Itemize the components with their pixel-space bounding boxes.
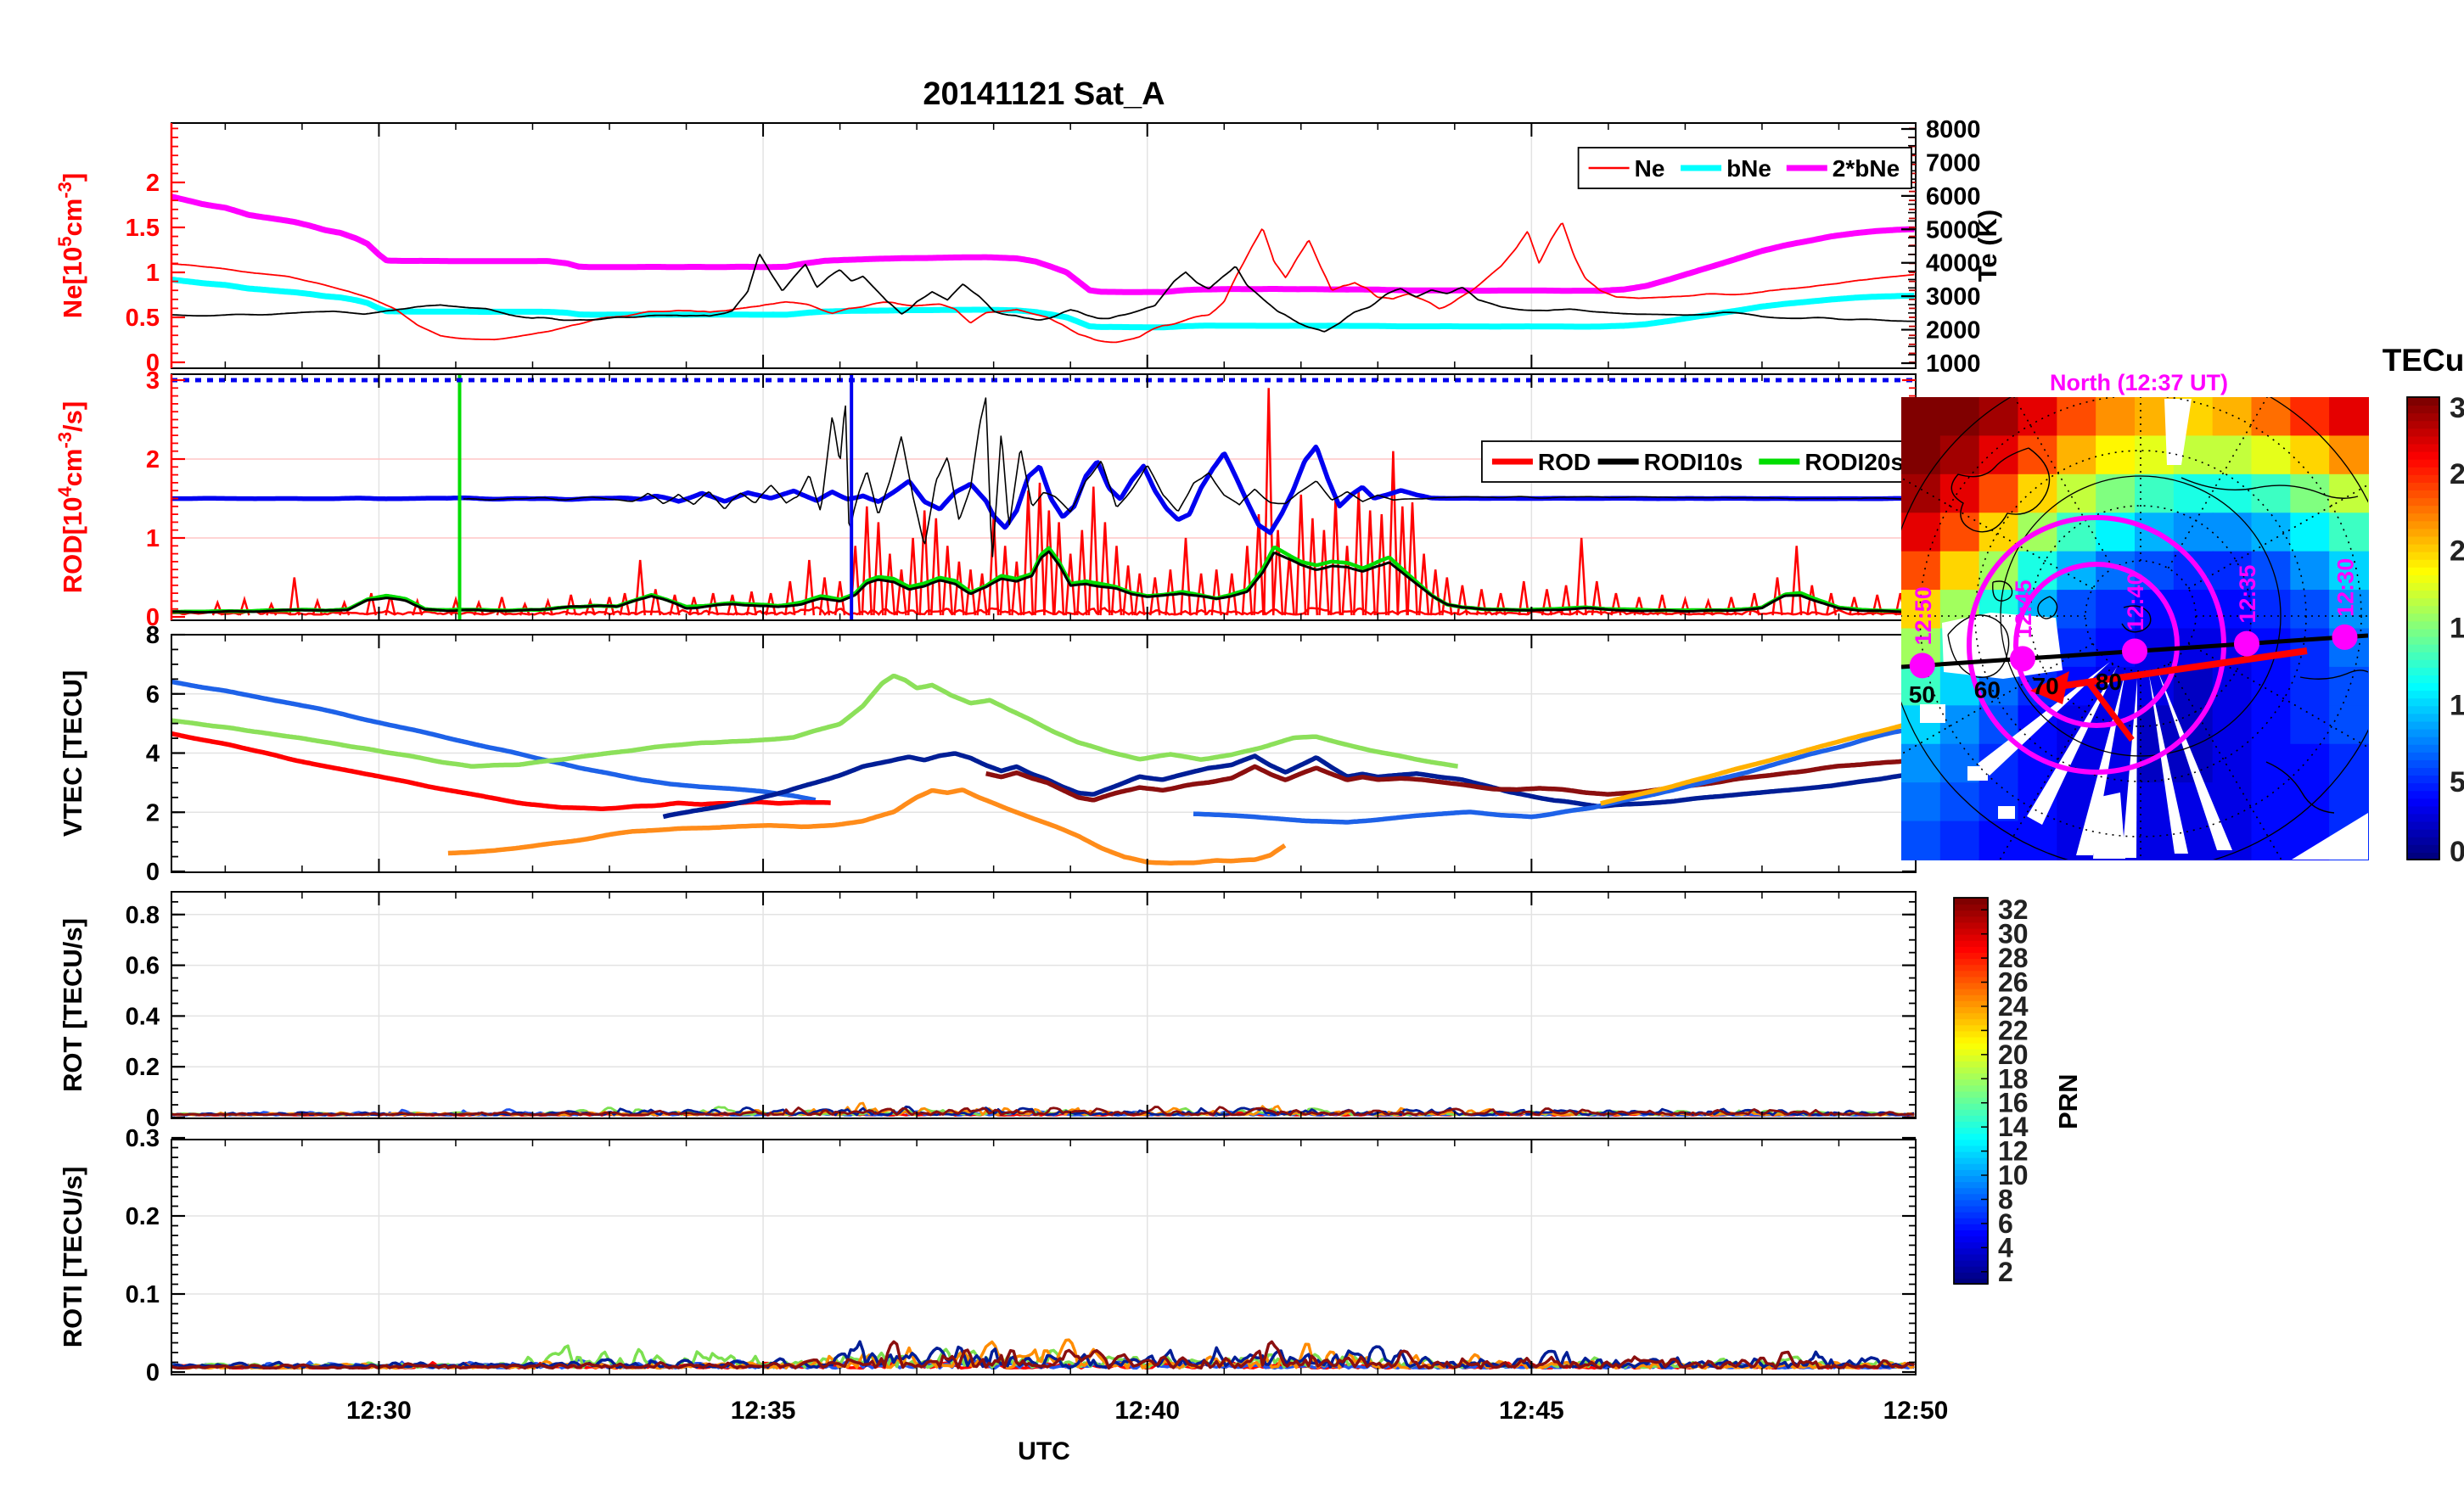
- svg-text:1: 1: [146, 260, 160, 287]
- svg-text:5: 5: [2450, 766, 2464, 798]
- panel-vtec: 0 2 4 6 8 VTEC [TECU]: [58, 622, 1917, 886]
- tecu-colorbar-title: TECu: [2382, 343, 2464, 378]
- svg-text:ROT [TECU/s]: ROT [TECU/s]: [58, 918, 87, 1092]
- svg-text:2: 2: [146, 799, 160, 826]
- svg-text:50: 50: [1909, 681, 1935, 708]
- svg-text:12:45: 12:45: [2011, 580, 2036, 638]
- svg-text:4: 4: [146, 741, 160, 768]
- svg-text:10: 10: [2450, 689, 2464, 721]
- panel-rot: 00.20.40.60.8ROT [TECU/s]: [58, 891, 1917, 1132]
- svg-text:3: 3: [146, 367, 160, 395]
- svg-text:60: 60: [1974, 677, 2001, 703]
- svg-text:2000: 2000: [1926, 317, 1981, 344]
- svg-text:0.5: 0.5: [126, 305, 160, 332]
- svg-text:0.1: 0.1: [126, 1281, 160, 1308]
- svg-text:80: 80: [2096, 669, 2122, 695]
- svg-text:12:40: 12:40: [2123, 572, 2148, 630]
- map-title: North (12:37 UT): [2049, 370, 2228, 395]
- svg-text:0: 0: [146, 1359, 160, 1386]
- svg-text:12:45: 12:45: [1499, 1397, 1564, 1425]
- svg-text:30: 30: [2450, 392, 2464, 424]
- svg-text:15: 15: [2450, 613, 2464, 645]
- svg-text:0.3: 0.3: [126, 1125, 160, 1152]
- svg-text:1: 1: [146, 525, 160, 552]
- svg-text:12:35: 12:35: [2235, 565, 2260, 624]
- svg-text:6000: 6000: [1926, 183, 1981, 210]
- svg-text:0.2: 0.2: [126, 1203, 160, 1230]
- svg-text:70: 70: [2033, 673, 2059, 699]
- svg-text:2: 2: [146, 446, 160, 473]
- svg-text:ROD[104cm-3/s]: ROD[104cm-3/s]: [54, 401, 87, 594]
- svg-text:32: 32: [1998, 894, 2029, 925]
- legend-ne: Ne bNe 2*bNe: [1577, 147, 1912, 189]
- svg-text:0: 0: [146, 859, 160, 886]
- prn-colorbar: 2468101214161820222426283032: [1953, 894, 2029, 1287]
- svg-text:12:30: 12:30: [2333, 558, 2359, 617]
- svg-text:25: 25: [2450, 458, 2464, 490]
- svg-text:0.2: 0.2: [126, 1054, 160, 1081]
- svg-text:7000: 7000: [1926, 149, 1981, 176]
- svg-text:0.4: 0.4: [126, 1003, 160, 1030]
- svg-text:RODI10s: RODI10s: [1644, 449, 1743, 475]
- x-axis-label: UTC: [1018, 1437, 1070, 1465]
- svg-text:VTEC [TECU]: VTEC [TECU]: [58, 670, 87, 837]
- svg-text:12:50: 12:50: [1911, 586, 1936, 645]
- svg-text:2*bNe: 2*bNe: [1833, 155, 1900, 182]
- svg-text:Ne: Ne: [1635, 155, 1665, 182]
- svg-text:12:50: 12:50: [1883, 1397, 1949, 1425]
- prn-colorbar-label: PRN: [2053, 1073, 2083, 1129]
- svg-text:2: 2: [146, 170, 160, 197]
- svg-text:ROTI [TECU/s]: ROTI [TECU/s]: [58, 1167, 87, 1348]
- svg-text:bNe: bNe: [1726, 155, 1771, 182]
- tecu-colorbar: 0 5 10 15 20 25 30: [2406, 392, 2464, 868]
- svg-text:RODI20s: RODI20s: [1805, 449, 1904, 475]
- svg-text:8000: 8000: [1926, 116, 1981, 143]
- panel-rod: 0123ROD[104cm-3/s]ROD RODI10s RODI20s: [54, 367, 1917, 631]
- svg-text:20: 20: [2450, 535, 2464, 568]
- svg-text:0: 0: [2450, 836, 2464, 868]
- svg-text:12:35: 12:35: [731, 1397, 796, 1425]
- legend-rod: ROD RODI10s RODI20s: [1481, 440, 1912, 483]
- svg-text:Te (K): Te (K): [1973, 210, 2002, 283]
- svg-text:ROD: ROD: [1538, 449, 1591, 475]
- panel-roti: 0 0.1 0.2 0.3 ROTI [TECU/s]: [58, 1125, 1917, 1386]
- panel-ne: 00.511.521000200030004000500060007000800…: [54, 116, 2002, 378]
- svg-text:0.8: 0.8: [126, 902, 160, 929]
- figure-title: 20141121 Sat_A: [923, 76, 1165, 112]
- svg-text:0.6: 0.6: [126, 953, 160, 980]
- figure-canvas: 0 0.5 1 1.5 2 1000 2000 3000 4000 5000 6000 7000 800…: [0, 0, 2464, 1490]
- svg-text:1.5: 1.5: [126, 215, 160, 242]
- svg-text:12:40: 12:40: [1114, 1397, 1180, 1425]
- svg-text:8: 8: [146, 622, 160, 649]
- svg-text:3000: 3000: [1926, 283, 1981, 311]
- svg-text:Ne[105cm-3]: Ne[105cm-3]: [54, 173, 87, 318]
- svg-text:12:30: 12:30: [346, 1397, 412, 1425]
- x-tick-labels: 12:30 12:35 12:40 12:45 12:50: [346, 1397, 1948, 1425]
- svg-text:6: 6: [146, 681, 160, 709]
- plot-svg: 00.511.521000200030004000500060007000800…: [54, 116, 2464, 1425]
- tec-map: 12:50 12:45 12:40 12:35 12:30 50 60 70 80: [1901, 397, 2369, 860]
